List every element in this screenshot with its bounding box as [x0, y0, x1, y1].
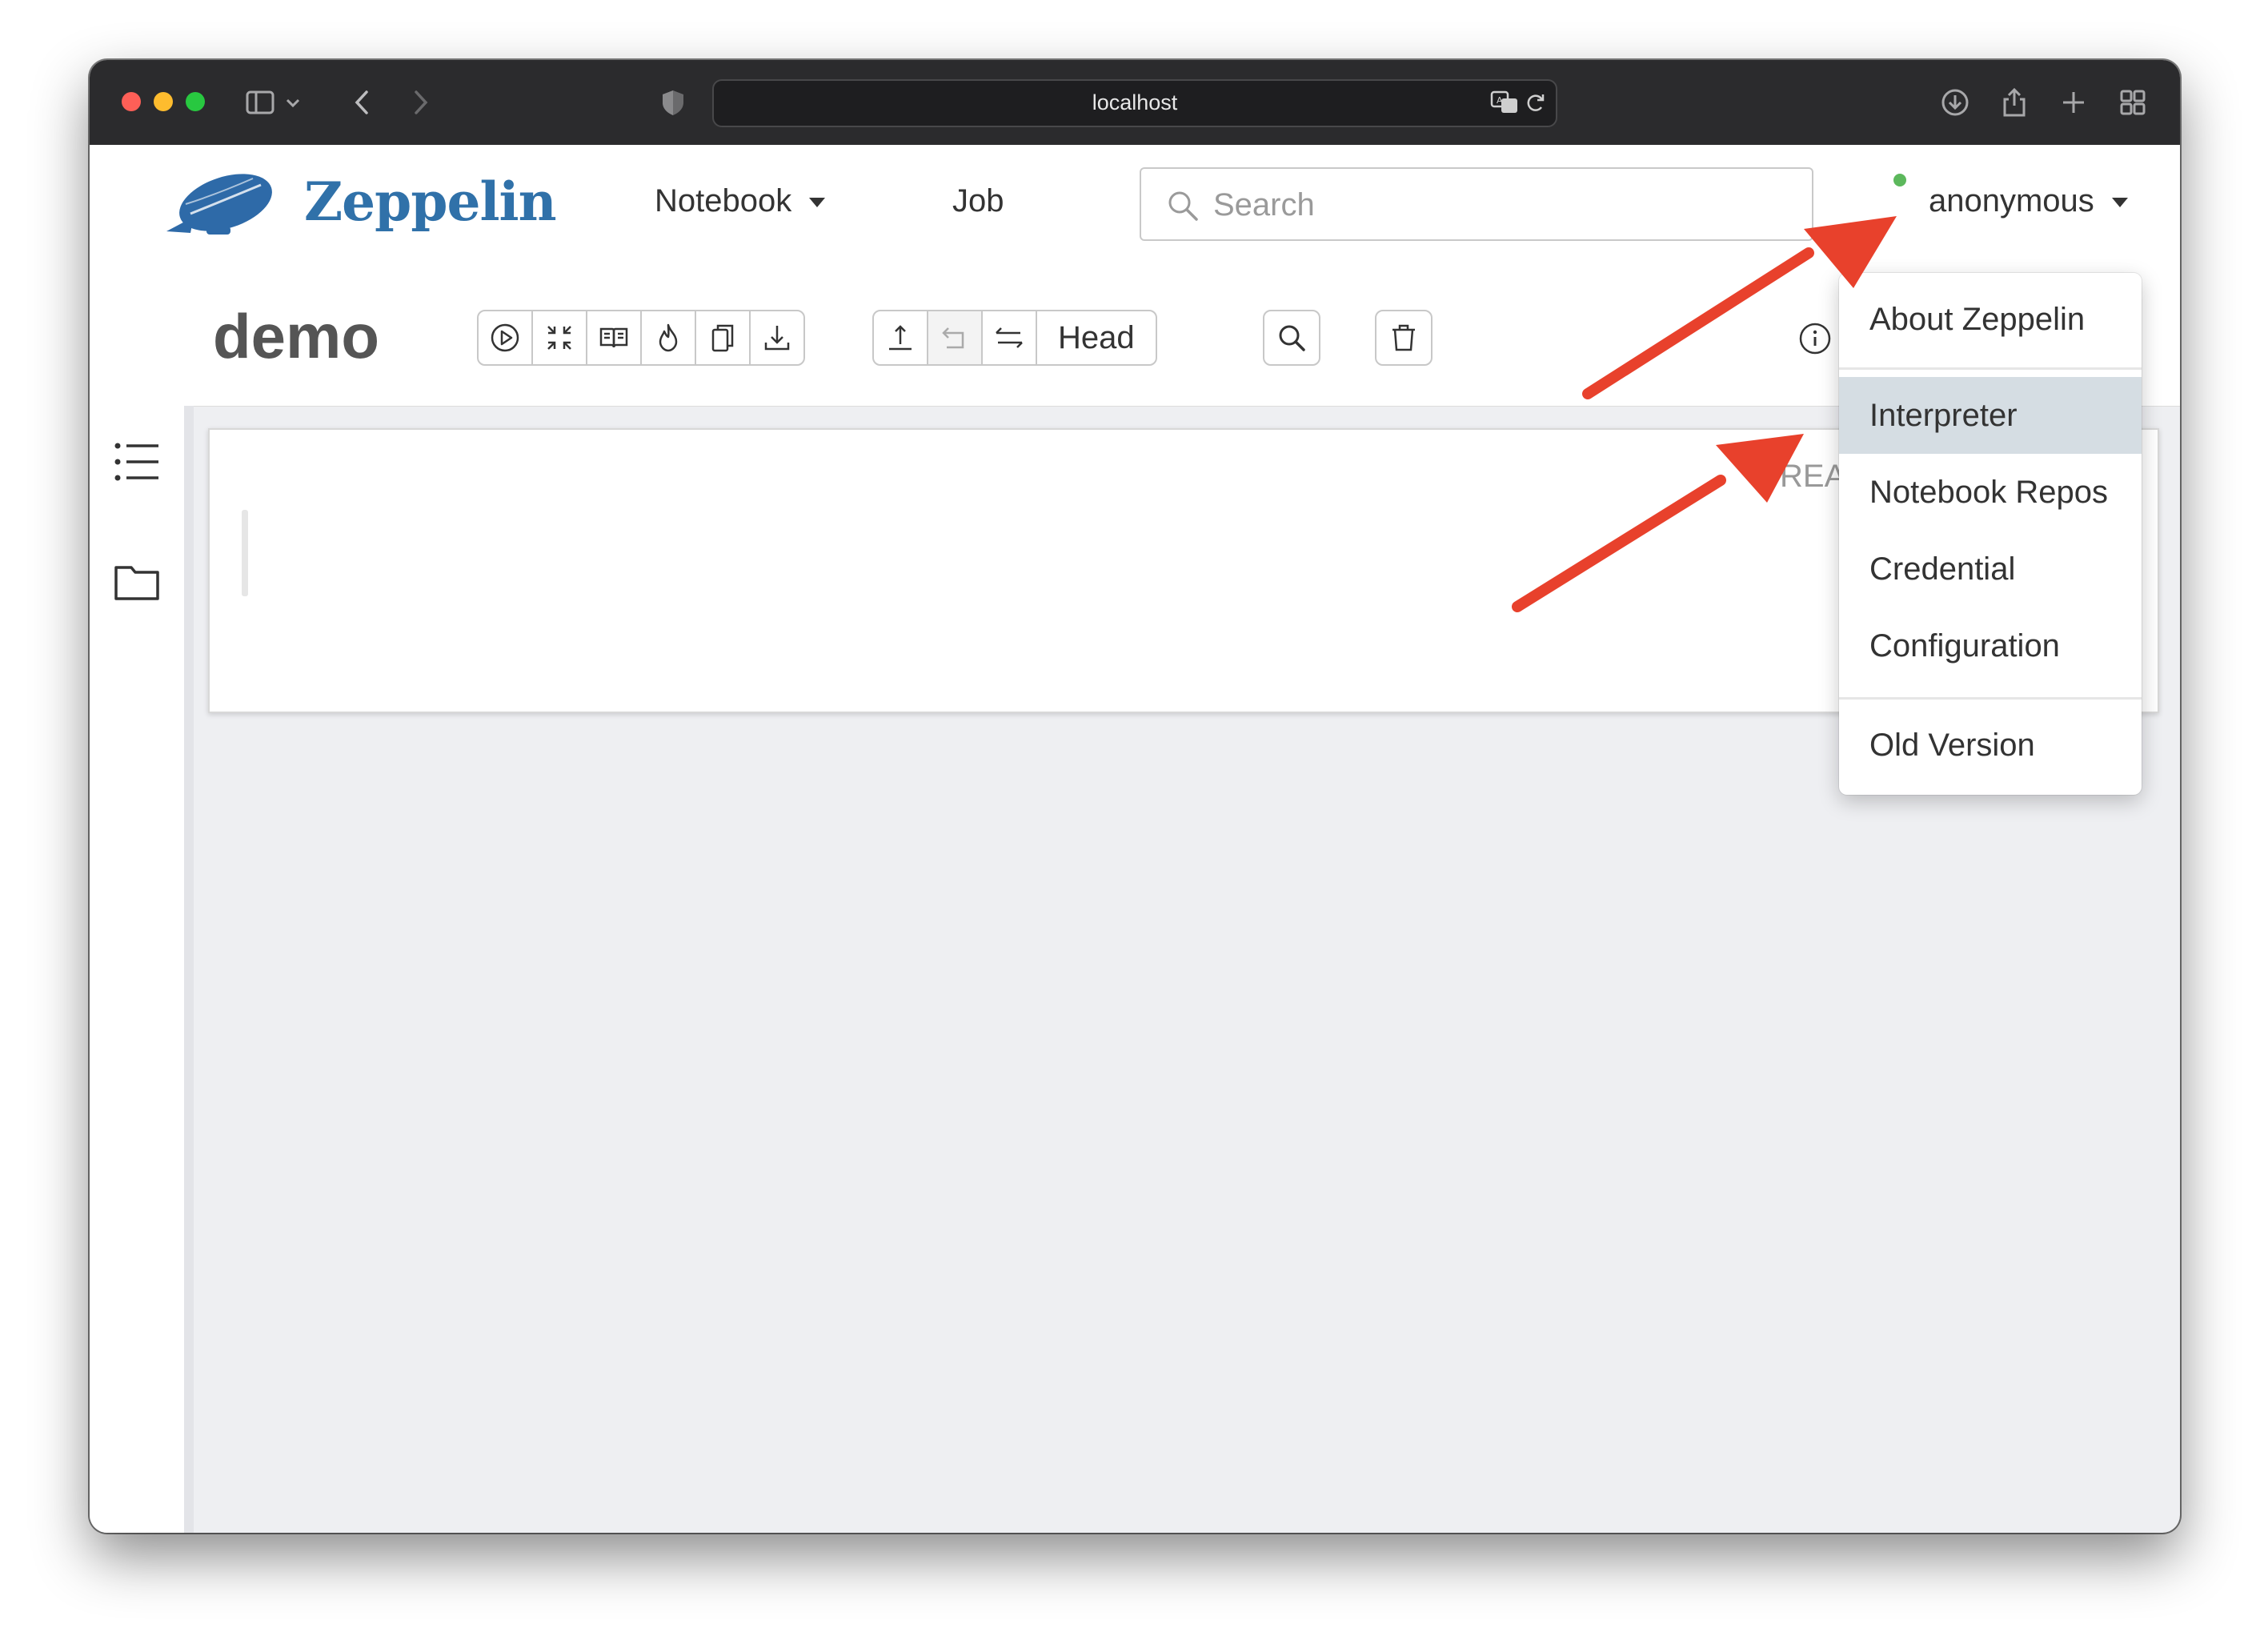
sidebar-toggle-icon[interactable]	[245, 87, 275, 118]
commit-button[interactable]	[872, 310, 928, 366]
minimize-window-button[interactable]	[154, 92, 173, 111]
compare-button[interactable]	[981, 310, 1037, 366]
download-icon[interactable]	[1940, 87, 1970, 118]
left-sidebar	[90, 406, 194, 1533]
reload-icon[interactable]	[1524, 90, 1548, 114]
browser-window: localhost A Zeppelin Notebook Job Search…	[90, 60, 2180, 1533]
folder-icon[interactable]	[114, 563, 160, 601]
menu-item-configuration[interactable]: Configuration	[1839, 607, 2142, 684]
clone-note-button[interactable]	[695, 310, 751, 366]
compare-icon	[996, 327, 1023, 348]
user-menu-toggle[interactable]: anonymous	[1929, 183, 2128, 219]
head-revision-button[interactable]: Head	[1036, 310, 1157, 366]
url-text: localhost	[1092, 90, 1178, 114]
zeppelin-logo[interactable]	[158, 167, 277, 241]
search-icon	[1168, 191, 1198, 221]
search-field[interactable]	[1140, 167, 1813, 241]
find-button[interactable]	[1263, 310, 1320, 366]
menu-item-credential[interactable]: Credential	[1839, 531, 2142, 607]
menu-item-old-version[interactable]: Old Version	[1839, 707, 2142, 784]
user-status-dot	[1893, 174, 1906, 186]
revert-icon	[942, 327, 964, 349]
share-icon[interactable]	[1999, 87, 2030, 118]
privacy-shield-icon[interactable]	[658, 87, 688, 118]
menu-divider	[1839, 697, 2142, 700]
delete-group	[1375, 310, 1433, 366]
paragraph-status: REA	[1780, 459, 1846, 494]
toggle-output-icon	[599, 327, 628, 348]
notebook-actions-group	[477, 310, 805, 366]
toggle-editor-button[interactable]	[531, 310, 587, 366]
clear-output-icon	[659, 323, 678, 352]
info-icon[interactable]	[1797, 321, 1833, 356]
export-note-button[interactable]	[749, 310, 805, 366]
browser-titlebar: localhost A	[90, 60, 2180, 145]
head-revision-label: Head	[1058, 319, 1135, 355]
zeppelin-navbar: Zeppelin Notebook Job anonymous	[90, 145, 2180, 267]
new-tab-icon[interactable]	[2058, 87, 2089, 118]
caret-down-icon	[2111, 198, 2128, 208]
menu-item-notebook-repos[interactable]: Notebook Repos	[1839, 454, 2142, 531]
commit-icon	[889, 325, 912, 351]
user-name: anonymous	[1929, 183, 2094, 219]
menu-item-interpreter[interactable]: Interpreter	[1839, 377, 2142, 454]
chevron-down-icon[interactable]	[283, 87, 303, 118]
notebook-menu[interactable]: Notebook	[655, 183, 826, 219]
svg-text:A: A	[1497, 95, 1503, 106]
revert-button[interactable]	[927, 310, 983, 366]
toc-icon[interactable]	[114, 441, 160, 483]
export-note-icon	[764, 326, 790, 351]
toggle-editor-icon	[547, 326, 571, 350]
search-input[interactable]	[1212, 183, 1791, 227]
clone-note-icon	[711, 324, 734, 352]
notebook-title[interactable]: demo	[213, 300, 379, 373]
back-icon[interactable]	[347, 87, 378, 118]
notebook-menu-label: Notebook	[655, 183, 792, 219]
trash-icon	[1392, 324, 1415, 351]
code-editor[interactable]	[242, 510, 248, 596]
menu-divider	[1839, 367, 2142, 370]
version-control-group: Head	[872, 310, 1157, 366]
run-all-icon	[491, 323, 519, 352]
maximize-window-button[interactable]	[186, 92, 205, 111]
caret-down-icon	[809, 198, 826, 208]
delete-note-button[interactable]	[1375, 310, 1433, 366]
tab-overview-icon[interactable]	[2118, 87, 2148, 118]
menu-item-about[interactable]: About Zeppelin	[1839, 281, 2142, 358]
find-icon	[1279, 325, 1305, 351]
run-all-button[interactable]	[477, 310, 533, 366]
close-window-button[interactable]	[122, 92, 141, 111]
translate-icon[interactable]: A	[1490, 89, 1521, 116]
search-code-group	[1263, 310, 1320, 366]
brand-name[interactable]: Zeppelin	[304, 170, 557, 233]
forward-icon[interactable]	[405, 87, 435, 118]
clear-output-button[interactable]	[640, 310, 696, 366]
address-bar[interactable]: localhost A	[712, 79, 1557, 127]
toggle-output-button[interactable]	[586, 310, 642, 366]
job-link[interactable]: Job	[952, 183, 1004, 219]
user-dropdown-menu: About Zeppelin Interpreter Notebook Repo…	[1839, 273, 2142, 795]
